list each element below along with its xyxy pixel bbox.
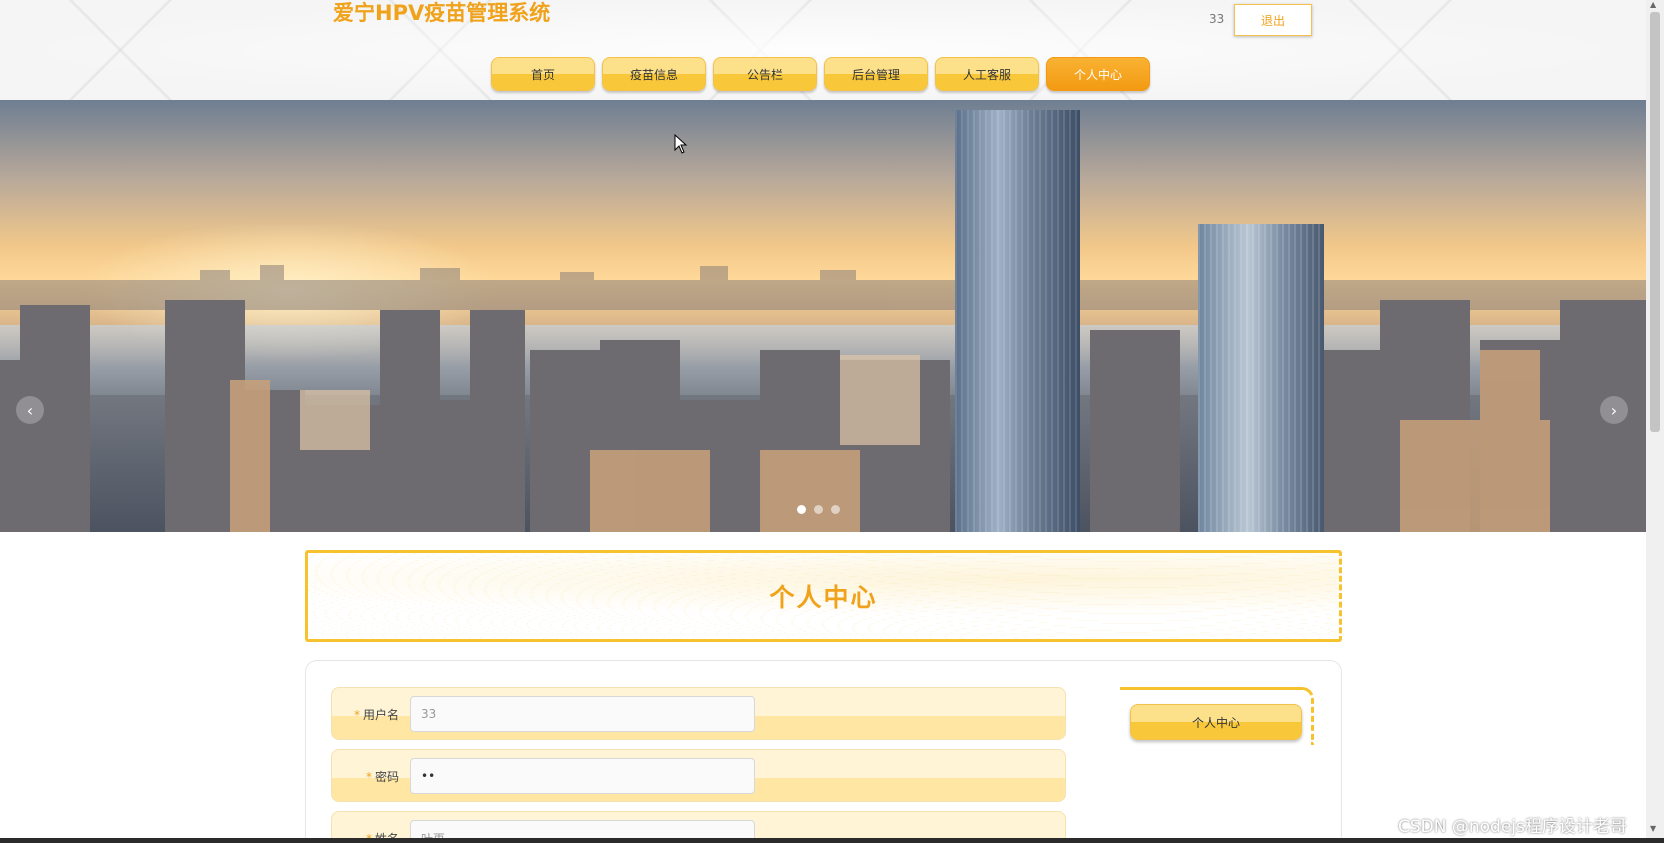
nav-item-customer-service[interactable]: 人工客服 xyxy=(935,57,1039,91)
banner-tower-secondary xyxy=(1198,224,1324,532)
banner-dot-1[interactable] xyxy=(797,505,806,514)
banner-prev-arrow[interactable]: ‹ xyxy=(16,396,44,424)
required-mark: * xyxy=(354,708,360,722)
name-label: *姓名 xyxy=(366,830,399,838)
browser-viewport: 爱宁HPV疫苗管理系统 33 退出 首页 疫苗信息 公告栏 后台管理 人工客服 … xyxy=(0,0,1646,838)
site-header: 爱宁HPV疫苗管理系统 33 退出 首页 疫苗信息 公告栏 后台管理 人工客服 … xyxy=(0,0,1646,100)
logout-button[interactable]: 退出 xyxy=(1234,4,1312,36)
nav-item-admin[interactable]: 后台管理 xyxy=(824,57,928,91)
form-row-name: *姓名 叶再 xyxy=(331,811,1066,838)
scroll-down-icon[interactable]: ▼ xyxy=(1650,824,1656,833)
banner-tower-main xyxy=(955,110,1080,532)
main-nav: 首页 疫苗信息 公告栏 后台管理 人工客服 个人中心 xyxy=(491,57,1150,91)
required-mark: * xyxy=(366,770,372,784)
banner-pagination xyxy=(797,505,840,514)
banner-cityscape xyxy=(0,265,1646,532)
site-title: 爱宁HPV疫苗管理系统 xyxy=(333,1,551,25)
name-input[interactable]: 叶再 xyxy=(410,820,755,838)
nav-item-home[interactable]: 首页 xyxy=(491,57,595,91)
nav-item-personal-center[interactable]: 个人中心 xyxy=(1046,57,1150,91)
scroll-up-icon[interactable]: ▲ xyxy=(1650,0,1656,9)
scrollbar-thumb[interactable] xyxy=(1650,12,1660,432)
required-mark: * xyxy=(366,832,372,838)
hero-banner: ‹ › xyxy=(0,100,1646,532)
username-input[interactable]: 33 xyxy=(410,696,755,732)
form-row-password: * 密码 •• xyxy=(331,749,1066,802)
password-input[interactable]: •• xyxy=(410,758,755,794)
banner-next-arrow[interactable]: › xyxy=(1600,396,1628,424)
nav-item-vaccine-info[interactable]: 疫苗信息 xyxy=(602,57,706,91)
page-title-box: 个人中心 xyxy=(305,550,1342,642)
nav-item-bulletin[interactable]: 公告栏 xyxy=(713,57,817,91)
page-title: 个人中心 xyxy=(769,583,878,612)
mouse-cursor-icon xyxy=(674,134,688,154)
username-label: * 用户名 xyxy=(354,708,400,722)
side-menu-personal-center[interactable]: 个人中心 xyxy=(1130,704,1302,740)
csdn-watermark: CSDN @nodejs程序设计老哥 xyxy=(1398,817,1627,837)
current-user-name: 33 xyxy=(1209,12,1225,26)
banner-dot-3[interactable] xyxy=(831,505,840,514)
password-label: * 密码 xyxy=(366,770,400,784)
form-row-username: * 用户名 33 xyxy=(331,687,1066,740)
banner-dot-2[interactable] xyxy=(814,505,823,514)
